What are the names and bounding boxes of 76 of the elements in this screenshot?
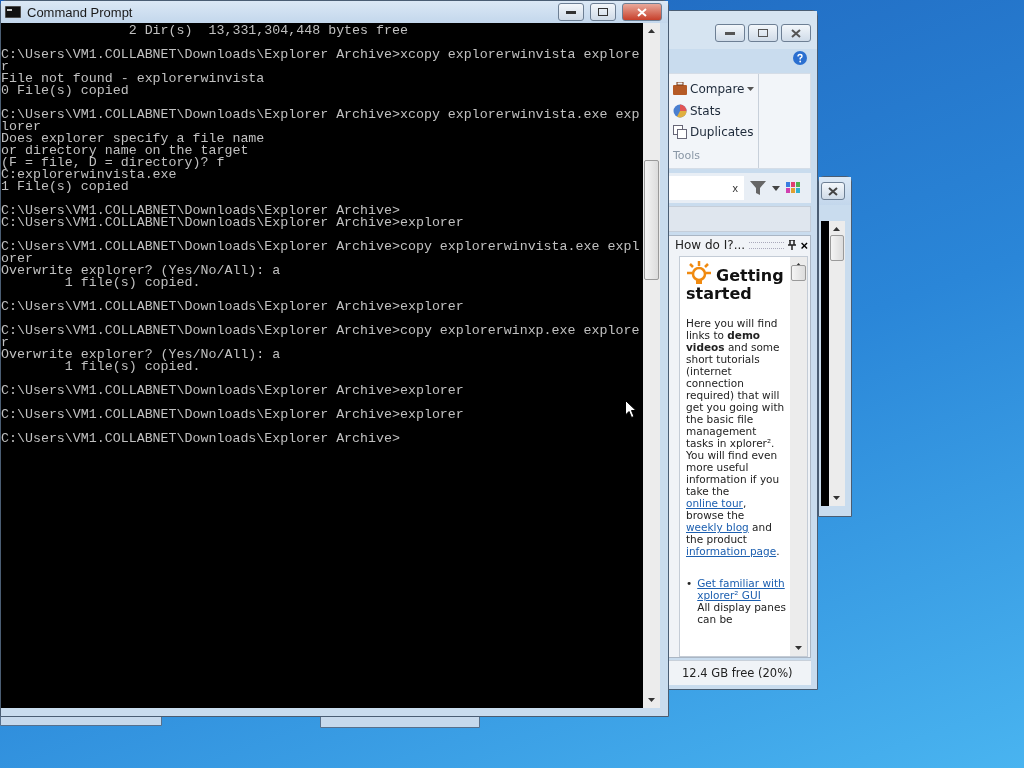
maximize-icon <box>758 29 768 37</box>
console-line: C:\Users\VM1.COLLABNET\Downloads\Explorer Archive>copy explorerwinxp.exe explore <box>1 325 640 337</box>
scrollbar-thumb[interactable] <box>644 160 659 280</box>
console-line: Does explorer specify a file name <box>1 133 265 145</box>
console-line: 1 file(s) copied. <box>63 361 201 373</box>
console-line: 0 File(s) copied <box>1 85 129 97</box>
console-line: C:\Users\VM1.COLLABNET\Downloads\Explorer Archive>explorer <box>1 409 464 421</box>
minimize-button[interactable] <box>558 3 584 21</box>
console-line: C:\Users\VM1.COLLABNET\Downloads\Explorer Archive> <box>1 205 400 217</box>
help-heading: Getting started <box>686 261 786 303</box>
console-line: Overwrite explorer? (Yes/No/All): a <box>1 265 281 277</box>
console-line: File not found - explorerwinvista <box>1 73 265 85</box>
console-line: C:\Users\VM1.COLLABNET\Downloads\Explorer Archive>explorer <box>1 385 464 397</box>
console-line: C:\Users\VM1.COLLABNET\Downloads\Explorer Archive>explorer <box>1 217 464 229</box>
help-link[interactable]: online tour <box>686 497 743 509</box>
help-paragraph: Here you will find links to demo videos and some short tutorials (internet connection required) that will get you going with the basic file management tasks in xplorer². You will find even more useful information if you take the online tour, browse the weekly blog and the product information page. <box>686 317 786 557</box>
close-icon <box>637 7 647 17</box>
scroll-down-arrow-icon[interactable] <box>648 698 655 702</box>
minimize-button[interactable] <box>715 24 745 42</box>
scrollbar-thumb[interactable] <box>791 265 806 281</box>
close-button[interactable] <box>781 24 811 42</box>
maximize-icon <box>598 8 608 16</box>
console-line: C:\Users\VM1.COLLABNET\Downloads\Explorer Archive> <box>1 433 400 445</box>
scroll-down-arrow-icon[interactable] <box>833 496 841 500</box>
ribbon-button[interactable]: Compare <box>673 80 755 98</box>
console-app-icon <box>5 6 21 18</box>
mouse-cursor-icon <box>625 400 637 419</box>
console-line: 1 file(s) copied. <box>63 277 201 289</box>
pictures-icon <box>673 125 687 140</box>
close-button[interactable] <box>622 3 662 21</box>
help-link[interactable]: Get familiar with xplorer² GUI <box>697 577 786 601</box>
ribbon-button[interactable]: Stats <box>673 101 755 120</box>
console-line: r <box>1 337 9 349</box>
close-icon <box>828 186 838 196</box>
filter-field[interactable]: x <box>668 176 744 200</box>
console-line: lorer <box>1 121 41 133</box>
console-line: C:\Users\VM1.COLLABNET\Downloads\Explorer Archive>explorer <box>1 301 464 313</box>
group-label: Tools <box>673 149 702 162</box>
pane-title: How do I?... <box>675 238 746 252</box>
window-title: Command Prompt <box>27 4 134 20</box>
bullet-marker: • <box>686 577 693 591</box>
console-line: (F = file, D = directory)? f <box>1 157 225 169</box>
maximize-button[interactable] <box>590 3 616 21</box>
ribbon-button[interactable]: Duplicates <box>673 123 755 141</box>
free-space-label: 12.4 GB free (20%) <box>681 666 793 680</box>
sun-icon <box>686 261 712 285</box>
close-icon <box>791 28 801 38</box>
caret-icon[interactable] <box>772 185 780 191</box>
console-line: C:explorerwinvista.exe <box>1 169 177 181</box>
scroll-up-arrow-icon[interactable] <box>648 29 655 33</box>
scroll-up-arrow-icon[interactable] <box>833 227 841 231</box>
console-line: C:\Users\VM1.COLLABNET\Downloads\Explorer Archive>copy explorerwinvista.exe expl <box>1 241 640 253</box>
filter-icon[interactable] <box>750 181 766 195</box>
pin-icon[interactable] <box>788 240 797 250</box>
bullet-description: All display panes can be <box>697 601 786 625</box>
close-button[interactable] <box>821 182 845 200</box>
console-line: C:\Users\VM1.COLLABNET\Downloads\Explorer Archive>xcopy explorerwinvista.exe exp <box>1 109 640 121</box>
close-button[interactable]: × <box>800 237 808 253</box>
scrollbar-thumb[interactable] <box>829 235 844 261</box>
console-line: r <box>1 61 9 73</box>
minimize-icon <box>725 31 735 35</box>
help-link[interactable]: weekly blog <box>686 521 749 533</box>
maximize-button[interactable] <box>748 24 778 42</box>
console-line: 2 Dir(s) 13,331,304,448 bytes free <box>127 25 408 37</box>
console-line: 1 File(s) copied <box>1 181 129 193</box>
minimize-icon <box>566 10 576 14</box>
scroll-down-arrow-icon[interactable] <box>795 646 802 650</box>
grip-handle[interactable] <box>749 241 785 249</box>
console-line: orer <box>1 253 33 265</box>
help-icon[interactable] <box>793 51 807 65</box>
console-line: C:\Users\VM1.COLLABNET\Downloads\Explorer Archive>xcopy explorerwinvista explore <box>1 49 640 61</box>
briefcase-icon <box>673 82 687 96</box>
color-grid-icon[interactable] <box>786 182 800 194</box>
console-line: Overwrite explorer? (Yes/No/All): a <box>1 349 281 361</box>
console-line: or directory name on the target <box>1 145 249 157</box>
pie-chart-icon <box>673 103 687 118</box>
